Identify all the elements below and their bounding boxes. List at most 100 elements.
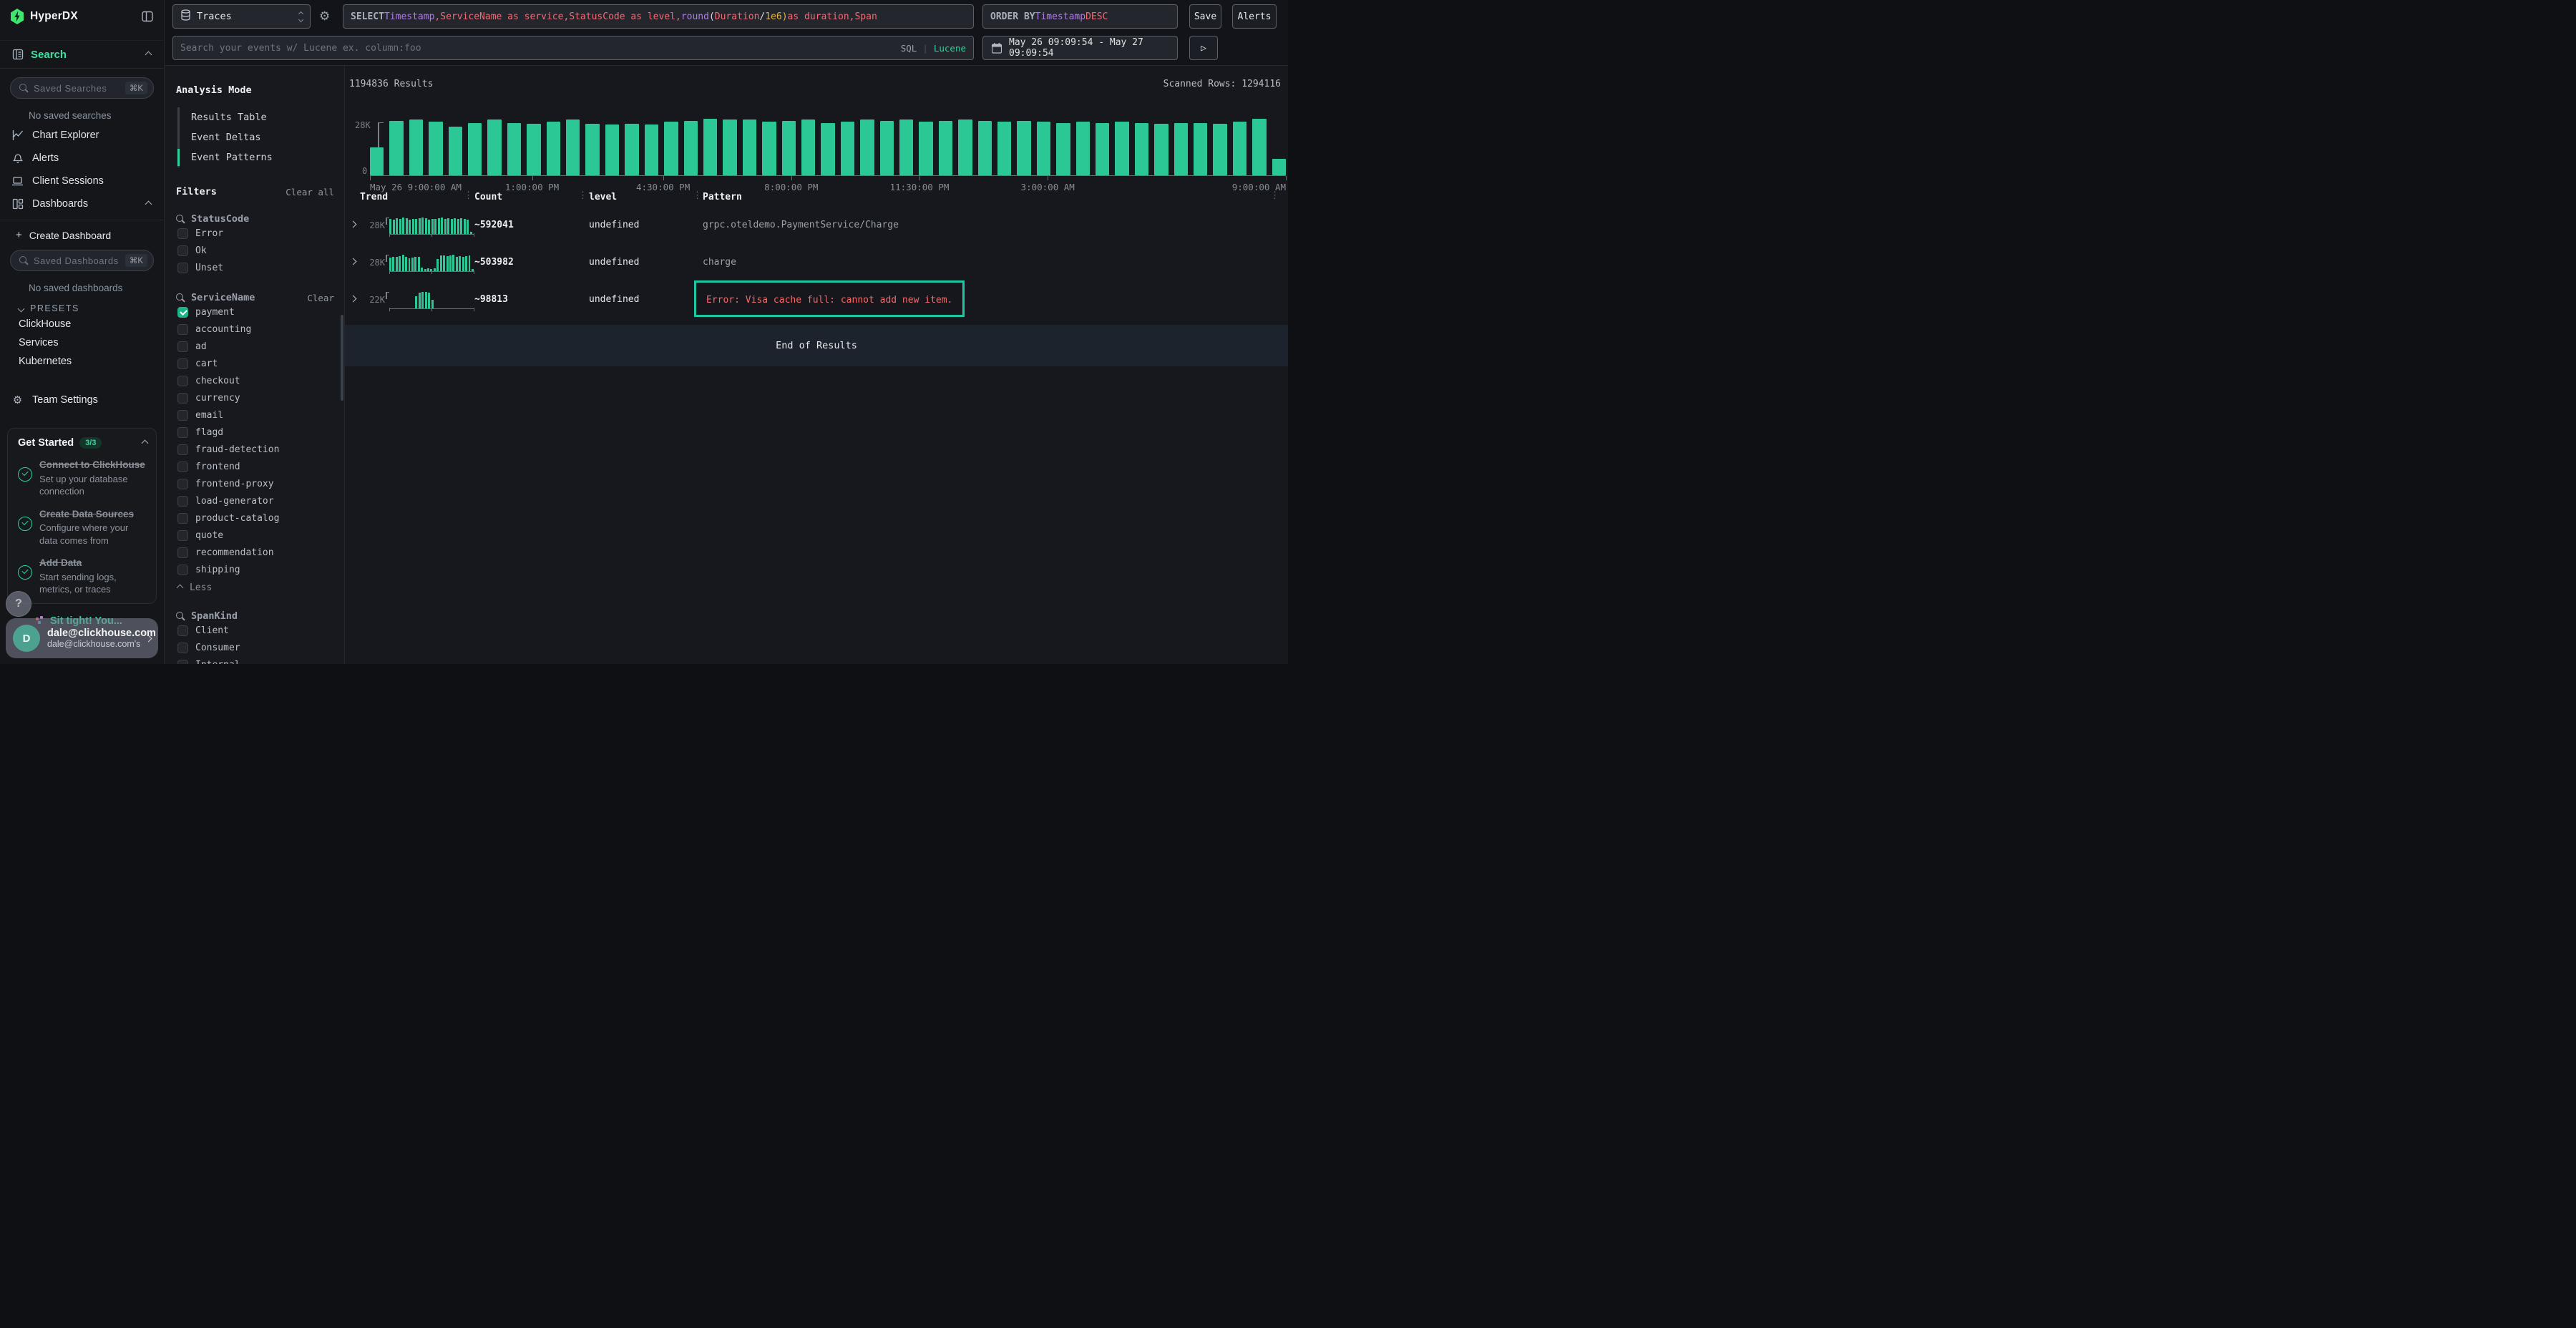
collapse-sidebar-icon[interactable] [141,10,154,23]
histogram-bar[interactable] [939,121,952,175]
filter-option-currency[interactable]: currency [176,389,334,406]
histogram-bar[interactable] [1115,122,1128,175]
histogram-bar[interactable] [487,119,501,175]
filter-option-internal[interactable]: Internal [176,656,334,664]
histogram-bar[interactable] [1194,123,1207,175]
histogram-bar[interactable] [1213,124,1226,175]
saved-searches-input[interactable]: Saved Searches ⌘K [10,77,154,99]
sidebar-item-alerts[interactable]: Alerts [0,147,164,170]
help-button[interactable]: ? [6,591,31,617]
filter-option-ok[interactable]: Ok [176,242,334,259]
histogram-bar[interactable] [527,124,540,175]
column-trend[interactable]: Trend [360,192,388,202]
histogram-bar[interactable] [664,122,678,175]
histogram-bar[interactable] [743,119,756,175]
filter-option-quote[interactable]: quote [176,527,334,544]
histogram-bar[interactable] [409,119,423,175]
histogram-bar[interactable] [429,122,442,175]
histogram-bar[interactable] [1076,122,1090,175]
filter-option-load-generator[interactable]: load-generator [176,492,334,509]
checkbox-checked[interactable] [177,307,188,318]
get-started-item[interactable]: Connect to ClickHouseSet up your databas… [18,459,147,498]
column-count[interactable]: Count [474,192,502,202]
column-resize-handle[interactable] [464,190,473,201]
column-resize-handle[interactable] [1270,190,1279,201]
checkbox[interactable] [177,410,188,421]
sql-select-editor[interactable]: SELECT Timestamp, ServiceName as service… [343,4,974,29]
create-dashboard-button[interactable]: + Create Dashboard [0,220,164,241]
histogram-bar[interactable] [1135,123,1148,175]
checkbox[interactable] [177,376,188,386]
histogram-bar[interactable] [507,123,521,175]
preset-item-services[interactable]: Services [0,333,164,352]
checkbox[interactable] [177,462,188,472]
checkbox[interactable] [177,245,188,256]
column-pattern[interactable]: Pattern [703,192,742,202]
language-lucene-option[interactable]: Lucene [934,43,966,54]
histogram-bar[interactable] [389,121,403,175]
source-settings-gear-icon[interactable]: ⚙ [319,9,330,24]
get-started-item[interactable]: Add DataStart sending logs, metrics, or … [18,557,147,596]
checkbox[interactable] [177,530,188,541]
get-started-header[interactable]: Get Started 3/3 [18,437,147,449]
histogram-bar[interactable] [370,147,384,176]
order-by-editor[interactable]: ORDER BY Timestamp DESC [982,4,1178,29]
checkbox[interactable] [177,660,188,665]
filter-option-fraud-detection[interactable]: fraud-detection [176,441,334,458]
histogram-bar[interactable] [1037,122,1050,175]
date-range-picker[interactable]: May 26 09:09:54 - May 27 09:09:54 [982,36,1178,60]
analysis-mode-results-table[interactable]: Results Table [180,107,334,127]
alerts-button[interactable]: Alerts [1232,4,1277,29]
checkbox[interactable] [177,427,188,438]
checkbox[interactable] [177,263,188,273]
save-button[interactable]: Save [1189,4,1221,29]
histogram-bar[interactable] [585,124,599,175]
histogram-bar[interactable] [566,119,580,175]
saved-dashboards-input[interactable]: Saved Dashboards ⌘K [10,250,154,271]
histogram-bar[interactable] [841,122,854,175]
histogram-bar[interactable] [1017,121,1030,175]
histogram-bar[interactable] [1154,124,1168,175]
highlighted-pattern-box[interactable]: Error: Visa cache full: cannot add new i… [694,280,965,317]
filter-option-shipping[interactable]: shipping [176,561,334,578]
histogram-bar[interactable] [997,122,1011,175]
filter-option-client[interactable]: Client [176,622,334,639]
checkbox[interactable] [177,513,188,524]
filter-option-payment[interactable]: payment [176,303,334,321]
checkbox[interactable] [177,358,188,369]
column-resize-handle[interactable] [693,190,702,201]
checkbox[interactable] [177,228,188,239]
checkbox[interactable] [177,643,188,653]
checkbox[interactable] [177,444,188,455]
histogram-bar[interactable] [860,119,874,175]
column-level[interactable]: level [589,192,617,202]
histogram-bar[interactable] [684,121,698,175]
pattern-row[interactable]: 22K~98813undefinedError: Visa cache full… [345,290,1288,328]
checkbox[interactable] [177,479,188,489]
histogram-bar[interactable] [1272,159,1286,175]
filter-option-product-catalog[interactable]: product-catalog [176,509,334,527]
histogram-bar[interactable] [821,123,834,175]
expand-row-chevron[interactable] [350,221,357,228]
sidebar-item-dashboards[interactable]: Dashboards [0,192,164,215]
filter-scrollbar[interactable] [341,315,343,401]
sidebar-item-team-settings[interactable]: ⚙ Team Settings [0,386,164,414]
filter-option-unset[interactable]: Unset [176,259,334,276]
column-resize-handle[interactable] [578,190,587,201]
filter-option-consumer[interactable]: Consumer [176,639,334,656]
show-less-toggle[interactable]: Less [176,578,334,595]
checkbox[interactable] [177,341,188,352]
histogram-bar[interactable] [1233,122,1246,175]
histogram-bars[interactable] [370,119,1286,176]
histogram-bar[interactable] [958,119,972,175]
histogram-bar[interactable] [468,123,482,175]
preset-item-clickhouse[interactable]: ClickHouse [0,315,164,333]
run-query-button[interactable]: ▷ [1189,36,1218,60]
histogram-bar[interactable] [1174,123,1188,175]
histogram-bar[interactable] [449,127,462,175]
clear-all-filters-link[interactable]: Clear all [286,187,334,197]
filter-option-ad[interactable]: ad [176,338,334,355]
preset-item-kubernetes[interactable]: Kubernetes [0,352,164,371]
checkbox[interactable] [177,496,188,507]
sidebar-item-search[interactable]: Search [0,40,164,69]
